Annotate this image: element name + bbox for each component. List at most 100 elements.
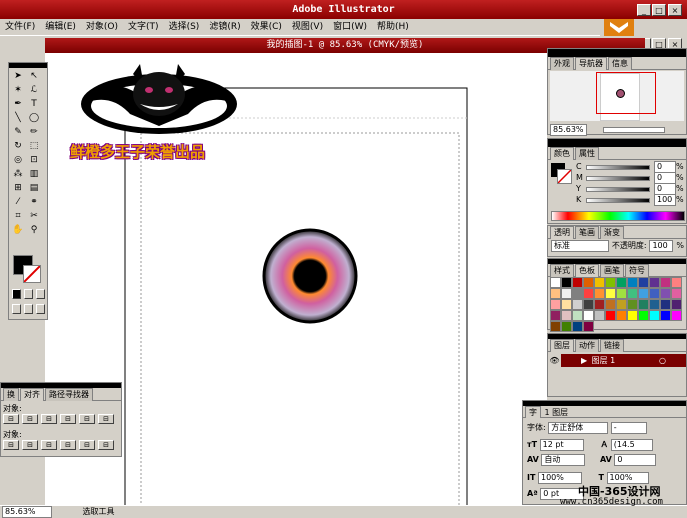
nav-tabs-tab-2[interactable]: 信息 [608,57,632,70]
swatch[interactable] [649,299,660,310]
swatch[interactable] [627,277,638,288]
swatch[interactable] [550,277,561,288]
swatch[interactable] [671,310,682,321]
opacity-field[interactable]: 100 [649,240,674,252]
rotate-tool-icon[interactable]: ↻ [10,139,26,153]
vertical-scale-field[interactable]: 100% [537,472,582,484]
align-row1-button-3[interactable]: ⊟ [60,414,76,424]
layer-target-icon[interactable]: ○ [659,354,666,367]
align-row1-button-2[interactable]: ⊟ [41,414,57,424]
swatch[interactable] [649,277,660,288]
swatch[interactable] [605,299,616,310]
align-tabs-tab-1[interactable]: 对齐 [20,388,44,401]
color-tabs-tab-0[interactable]: 颜色 [550,147,574,160]
color-spectrum-bar[interactable] [551,211,685,221]
pencil-tool-icon[interactable]: ✏ [26,125,42,139]
type-tool-icon[interactable]: T [26,97,42,111]
swatch[interactable] [660,288,671,299]
navigator-preview[interactable] [550,71,684,121]
trans-tabs-tab-2[interactable]: 渐变 [600,226,624,239]
align-row1-button-5[interactable]: ⊟ [98,414,114,424]
swatch[interactable] [616,277,627,288]
paintbrush-tool-icon[interactable]: ✎ [10,125,26,139]
swatch[interactable] [594,310,605,321]
free-transform-tool-icon[interactable]: ⊡ [26,153,42,167]
swatch[interactable] [660,310,671,321]
swatch[interactable] [583,277,594,288]
swatch[interactable] [550,288,561,299]
navigator-zoom-field[interactable]: 85.63% [550,124,587,136]
swatch[interactable] [572,288,583,299]
scale-tool-icon[interactable]: ⬚ [26,139,42,153]
align-row1-button-0[interactable]: ⊟ [3,414,19,424]
scissors-tool-icon[interactable]: ✂ [26,209,42,223]
swatch-tabs-tab-2[interactable]: 画笔 [600,264,624,277]
gradient-tool-icon[interactable]: ▤ [26,181,42,195]
swatch-tabs-tab-3[interactable]: 符号 [625,264,649,277]
eyedropper-tool-icon[interactable]: ⁄ [10,195,26,209]
screen-mode-1-button[interactable] [12,304,21,314]
graph-tool-icon[interactable]: ▥ [26,167,42,181]
align-row2-button-4[interactable]: ⊟ [79,440,95,450]
swatch[interactable] [572,321,583,332]
align-row2-button-2[interactable]: ⊟ [41,440,57,450]
magic-wand-tool-icon[interactable]: ✶ [10,83,26,97]
nav-tabs-tab-0[interactable]: 外观 [550,57,574,70]
swatch[interactable] [594,277,605,288]
swatch[interactable] [627,288,638,299]
leading-field[interactable]: (14.5 [610,439,653,451]
swatch[interactable] [572,277,583,288]
swatch[interactable] [638,310,649,321]
direct-select-tool-icon[interactable]: ↖ [26,69,42,83]
lasso-tool-icon[interactable]: ℒ [26,83,42,97]
color-tabs-tab-1[interactable]: 属性 [575,147,599,160]
swatch[interactable] [649,288,660,299]
swatch-tabs-tab-1[interactable]: 色板 [575,264,599,277]
menu-item-1[interactable]: 编辑(E) [40,19,81,35]
mesh-tool-icon[interactable]: ⊞ [10,181,26,195]
swatch[interactable] [550,299,561,310]
app-minimize-button[interactable]: _ [637,4,651,16]
align-tabs-tab-0[interactable]: 换 [3,388,19,401]
swatch[interactable] [561,277,572,288]
layer-name[interactable]: 图层 1 [592,356,616,365]
menu-item-9[interactable]: 帮助(H) [372,19,414,35]
align-row2-button-5[interactable]: ⊟ [98,440,114,450]
font-style-select[interactable]: - [610,422,647,434]
swatch[interactable] [671,277,682,288]
swatch[interactable] [572,299,583,310]
selection-tool-icon[interactable]: ➤ [10,69,26,83]
swatch[interactable] [627,310,638,321]
slice-tool-icon[interactable]: ⌗ [10,209,26,223]
swatch[interactable] [616,288,627,299]
layer-row[interactable]: 👁 ▶ 图层 1 ○ [548,354,686,367]
swatch[interactable] [638,288,649,299]
swatch[interactable] [561,288,572,299]
swatch[interactable] [561,299,572,310]
channel-slider[interactable] [586,176,650,181]
screen-mode-3-button[interactable] [35,304,45,314]
swatch[interactable] [561,321,572,332]
swatch[interactable] [638,277,649,288]
swatch[interactable] [550,310,561,321]
swatch[interactable] [550,321,561,332]
swatch[interactable] [583,299,594,310]
swatch[interactable] [649,310,660,321]
gradient-mode-button[interactable] [23,289,33,299]
swatch[interactable] [638,299,649,310]
symbol-sprayer-tool-icon[interactable]: ⁂ [10,167,26,181]
align-row2-button-0[interactable]: ⊟ [3,440,19,450]
tab-character[interactable]: 字 [525,406,541,418]
menu-item-5[interactable]: 滤镜(R) [204,19,245,35]
blend-tool-icon[interactable]: ⚭ [26,195,42,209]
menu-item-8[interactable]: 窗口(W) [328,19,372,35]
line-tool-icon[interactable]: ╲ [10,111,26,125]
blend-mode-select[interactable]: 标准 [551,240,609,252]
status-zoom-field[interactable]: 85.63% [2,506,52,518]
swatch[interactable] [660,299,671,310]
swatch[interactable] [561,310,572,321]
screen-mode-2-button[interactable] [23,304,33,314]
swatch[interactable] [583,310,594,321]
swatch[interactable] [572,310,583,321]
swatch[interactable] [671,299,682,310]
